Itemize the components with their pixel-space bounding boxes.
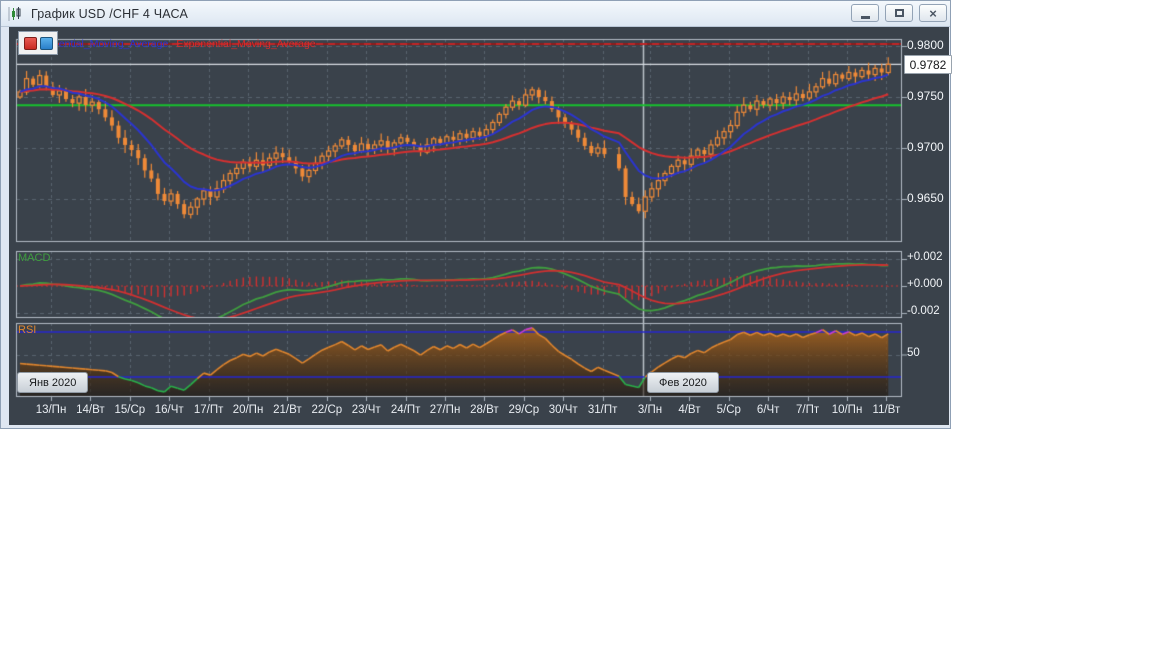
chart-area xyxy=(9,27,949,425)
price-tick-label: 0.9750 xyxy=(907,89,944,103)
current-price-box: 0.9782 xyxy=(904,55,952,75)
macd-tick-label: +0.000 xyxy=(907,278,943,290)
chart-window: График USD /CHF 4 ЧАСА × Exponential_Mov… xyxy=(0,0,952,429)
restore-icon xyxy=(894,9,904,17)
macd-tick-label: -0.002 xyxy=(907,305,940,317)
date-label: 10/Пн xyxy=(831,404,863,416)
date-label: 6/Чт xyxy=(756,404,780,416)
month-badge-january[interactable]: Янв 2020 xyxy=(17,372,89,393)
date-label: 17/Пт xyxy=(193,404,224,416)
minimize-icon xyxy=(860,15,870,19)
date-label: 28/Вт xyxy=(470,404,499,416)
date-label: 23/Чт xyxy=(351,404,381,416)
month-badge-february[interactable]: Фев 2020 xyxy=(647,372,719,393)
date-label: 3/Пн xyxy=(637,404,663,416)
window-title: График USD /CHF 4 ЧАСА xyxy=(31,6,188,21)
date-label: 15/Ср xyxy=(114,404,146,416)
date-label: 24/Пт xyxy=(390,404,421,416)
date-label: 5/Ср xyxy=(716,404,741,416)
indicator-buttons-panel xyxy=(18,31,58,55)
macd-tick-label: +0.002 xyxy=(907,251,943,263)
red-indicator-button[interactable] xyxy=(23,36,37,50)
rsi-tick-label: 50 xyxy=(907,346,920,359)
restore-button[interactable] xyxy=(885,4,913,22)
legend-ema-slow: Exponential_Moving_Average xyxy=(176,38,316,50)
date-label: 7/Пт xyxy=(796,404,820,416)
date-label: 30/Чт xyxy=(548,404,578,416)
rsi-pane-label: RSI xyxy=(18,324,37,336)
titlebar[interactable]: График USD /CHF 4 ЧАСА × xyxy=(1,1,950,27)
date-label: 4/Вт xyxy=(678,404,701,416)
candlestick-chart-icon xyxy=(8,6,24,22)
date-label: 13/Пн xyxy=(35,404,67,416)
date-label: 20/Пн xyxy=(232,404,264,416)
close-button[interactable]: × xyxy=(919,4,947,22)
price-tick-label: 0.9800 xyxy=(907,38,944,52)
date-label: 31/Пт xyxy=(587,404,618,416)
date-label: 14/Вт xyxy=(76,404,105,416)
macd-pane-label: MACD xyxy=(18,252,51,264)
date-label: 21/Вт xyxy=(273,404,302,416)
date-label: 27/Пн xyxy=(429,404,461,416)
price-tick-label: 0.9700 xyxy=(907,140,944,154)
date-label: 16/Чт xyxy=(154,404,184,416)
indicator-legend: Exponential_Moving_Average Exponential_M… xyxy=(29,38,316,50)
date-label: 11/Вт xyxy=(872,404,901,416)
date-label: 29/Ср xyxy=(508,404,540,416)
minimize-button[interactable] xyxy=(851,4,879,22)
blue-indicator-button[interactable] xyxy=(39,36,53,50)
close-icon: × xyxy=(929,5,937,21)
chart-canvas[interactable] xyxy=(9,27,949,425)
date-label: 22/Ср xyxy=(311,404,343,416)
price-tick-label: 0.9650 xyxy=(907,191,944,205)
